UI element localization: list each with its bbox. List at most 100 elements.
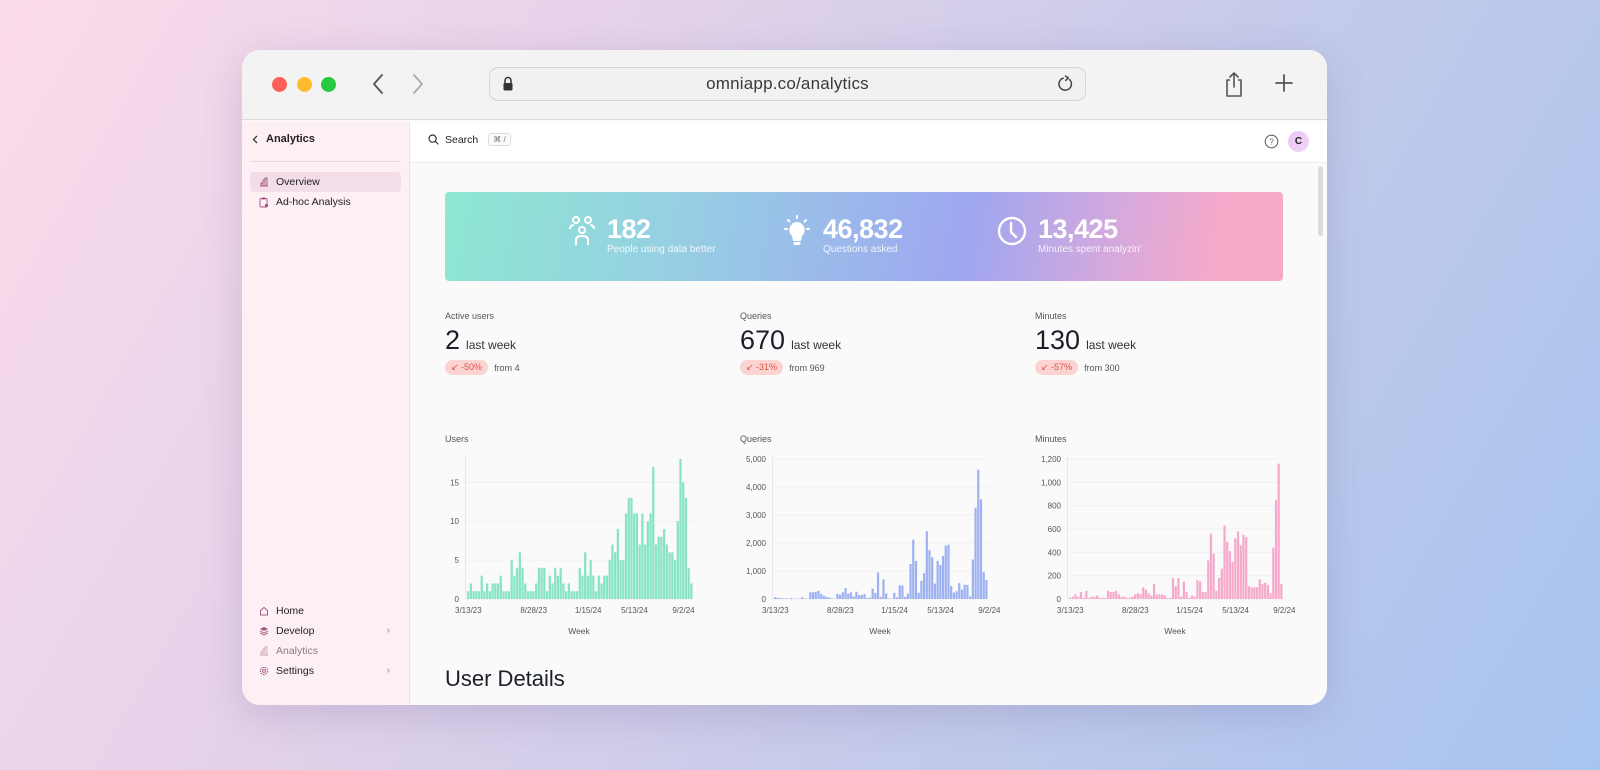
chart-bar[interactable]	[901, 585, 904, 599]
chart-bar[interactable]	[627, 497, 630, 599]
chart-bar[interactable]	[673, 560, 677, 599]
chart-bar[interactable]	[1174, 586, 1177, 599]
chart-bar[interactable]	[1239, 545, 1242, 599]
chart-bar[interactable]	[687, 567, 690, 599]
chart-bar[interactable]	[936, 560, 939, 599]
chart-bar[interactable]	[1150, 595, 1153, 600]
chart-bar[interactable]	[1144, 589, 1148, 599]
chart-bar[interactable]	[952, 592, 955, 599]
chart-bar[interactable]	[486, 583, 489, 599]
chart-bar[interactable]	[963, 584, 966, 599]
chart-bar[interactable]	[971, 559, 974, 599]
chart-bar[interactable]	[494, 583, 497, 599]
chart-bar[interactable]	[863, 594, 866, 599]
chart-bar[interactable]	[1169, 597, 1172, 599]
chart-bar[interactable]	[1274, 499, 1278, 599]
chart-bar[interactable]	[616, 529, 619, 599]
chart-bar[interactable]	[1253, 587, 1256, 599]
chart-bar[interactable]	[1115, 590, 1118, 599]
chart-bar[interactable]	[581, 575, 584, 599]
sidebar-item-settings[interactable]: Settings ›	[250, 661, 401, 681]
chart-bar[interactable]	[914, 560, 918, 599]
chart-bar[interactable]	[960, 589, 964, 599]
chart-bar[interactable]	[849, 592, 853, 599]
chart-bar[interactable]	[895, 597, 899, 599]
chart-bar[interactable]	[931, 557, 934, 599]
chart-bar[interactable]	[682, 482, 685, 599]
chart-bar[interactable]	[1069, 597, 1072, 599]
chart-bar[interactable]	[467, 591, 470, 599]
chart-bar[interactable]	[776, 597, 779, 599]
sidebar-item-ad-hoc-analysis[interactable]: Ad-hoc Analysis	[250, 192, 401, 212]
chart-bar[interactable]	[622, 560, 625, 599]
avatar[interactable]: C	[1288, 131, 1309, 152]
sidebar-item-analytics[interactable]: Analytics	[250, 641, 401, 661]
chart-bar[interactable]	[556, 575, 560, 599]
chart-bar[interactable]	[1125, 597, 1129, 599]
chart-bar[interactable]	[1093, 596, 1096, 599]
chart-bar[interactable]	[611, 544, 614, 599]
chart-bar[interactable]	[690, 583, 693, 599]
chart-bar[interactable]	[985, 579, 988, 599]
chart-bar[interactable]	[906, 593, 909, 599]
chart-bar[interactable]	[779, 598, 782, 599]
chart-bar[interactable]	[679, 459, 682, 599]
chart-bar[interactable]	[559, 567, 562, 599]
chart-bar[interactable]	[524, 583, 527, 599]
chart-bar[interactable]	[1079, 592, 1083, 599]
sidebar-back-button[interactable]: Analytics	[252, 133, 315, 145]
chart-bar[interactable]	[496, 583, 500, 599]
chart-bar[interactable]	[1182, 581, 1185, 600]
chart-bar[interactable]	[933, 583, 937, 599]
chart-bar[interactable]	[540, 567, 543, 599]
chart-bar[interactable]	[1228, 551, 1232, 599]
chart-bar[interactable]	[909, 564, 912, 599]
chart-bar[interactable]	[502, 591, 505, 599]
chart-bar[interactable]	[529, 591, 532, 599]
chart-bar[interactable]	[1171, 578, 1175, 599]
chart-bar[interactable]	[1196, 580, 1199, 599]
chart-bar[interactable]	[575, 591, 579, 599]
chart-bar[interactable]	[635, 513, 639, 599]
reload-icon[interactable]	[1055, 74, 1075, 94]
chart-bar[interactable]	[1201, 592, 1204, 599]
chart-bar[interactable]	[1101, 597, 1104, 599]
chart-bar[interactable]	[1112, 592, 1115, 599]
chart-bar[interactable]	[676, 521, 679, 599]
chart-bar[interactable]	[1280, 583, 1283, 599]
chart-bar[interactable]	[589, 560, 592, 599]
chart-bar[interactable]	[874, 592, 877, 599]
chart-bar[interactable]	[958, 583, 961, 599]
chart-bar[interactable]	[1136, 593, 1139, 599]
chart-bar[interactable]	[1166, 597, 1169, 599]
chart-bar[interactable]	[1152, 583, 1156, 599]
chart-bar[interactable]	[801, 597, 804, 599]
chart-bar[interactable]	[1096, 595, 1099, 600]
chart-bar[interactable]	[660, 536, 663, 599]
chart-bar[interactable]	[1269, 593, 1272, 599]
chart-bar[interactable]	[955, 591, 958, 599]
chart-bar[interactable]	[839, 594, 842, 599]
chart-bar[interactable]	[966, 585, 969, 599]
minimize-window-button[interactable]	[297, 77, 312, 92]
chart-bar[interactable]	[941, 555, 945, 599]
chart-bar[interactable]	[646, 521, 649, 599]
chart-bar[interactable]	[671, 552, 674, 599]
chart-bar[interactable]	[922, 573, 926, 599]
chart-bar[interactable]	[844, 588, 847, 599]
chart-bar[interactable]	[505, 591, 508, 599]
chart-bar[interactable]	[1090, 596, 1093, 599]
chart-bar[interactable]	[619, 560, 622, 599]
chart-bar[interactable]	[969, 596, 972, 599]
chart-bar[interactable]	[982, 572, 985, 599]
chart-bar[interactable]	[488, 591, 492, 599]
chart-bar[interactable]	[1250, 587, 1253, 599]
chart-bar[interactable]	[825, 596, 828, 599]
chart-bar[interactable]	[836, 593, 839, 599]
chart-bar[interactable]	[592, 575, 595, 599]
chart-bar[interactable]	[1177, 578, 1180, 599]
chart-bar[interactable]	[477, 591, 481, 599]
chart-bar[interactable]	[472, 591, 475, 599]
chart-bar[interactable]	[513, 575, 516, 599]
chart-bar[interactable]	[885, 593, 888, 599]
